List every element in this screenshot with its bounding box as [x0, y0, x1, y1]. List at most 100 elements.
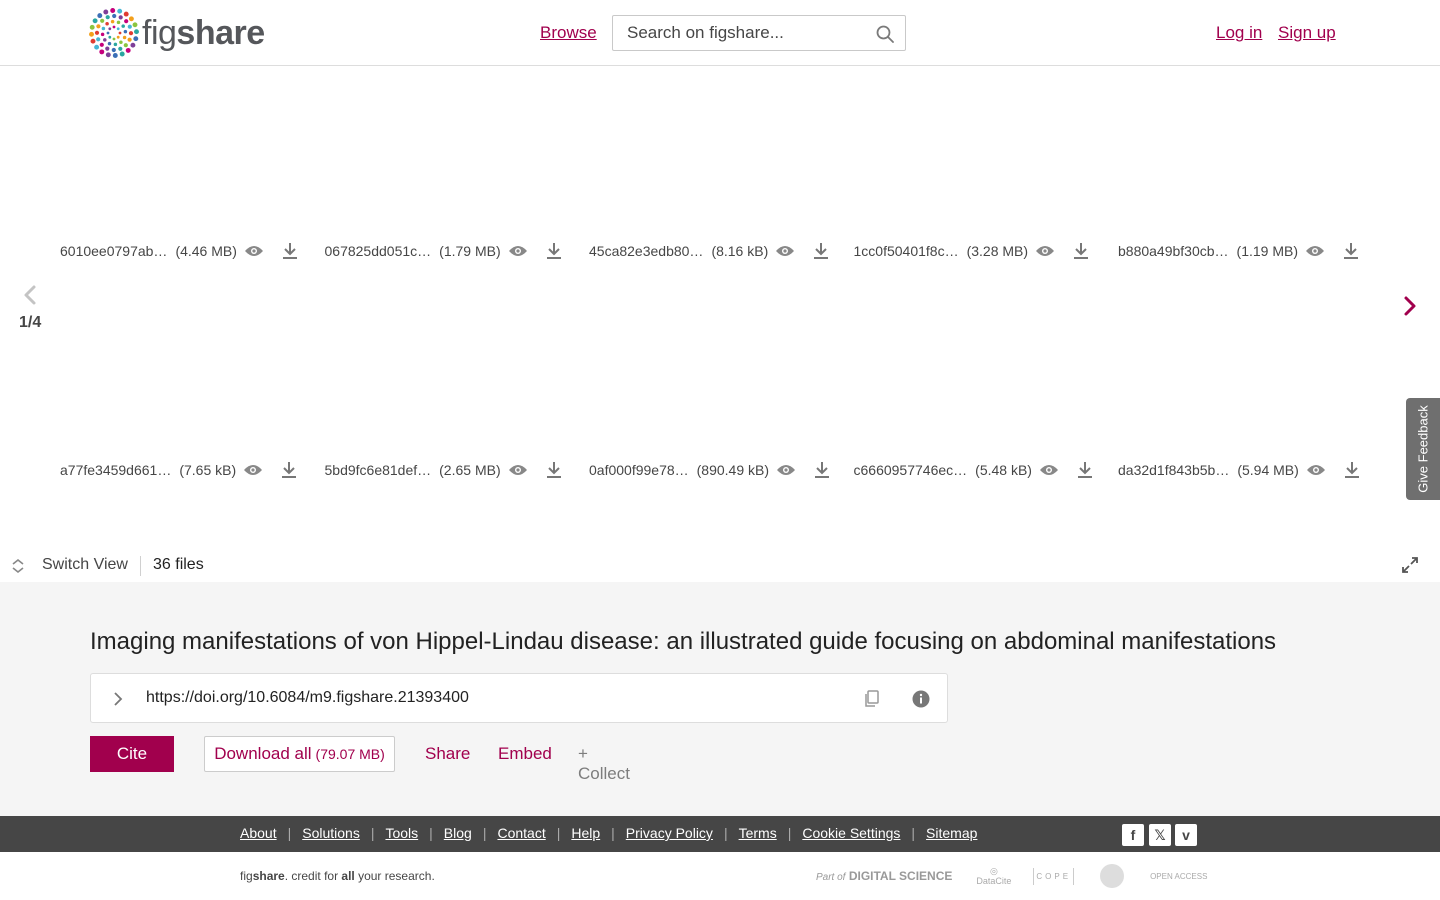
fullscreen-icon[interactable] — [1401, 556, 1419, 574]
footer-divider: | — [723, 825, 728, 841]
datacite-logo[interactable]: ◎ DataCite — [976, 866, 1011, 886]
files-count: 36 files — [153, 556, 204, 573]
search-box — [612, 15, 906, 51]
file-size: (5.48 kB) — [975, 462, 1032, 478]
footer-links: About | Solutions | Tools | Blog | Contact | Help |… — [240, 825, 977, 841]
preview-eye-icon[interactable] — [1034, 240, 1056, 262]
collect-button[interactable]: + Collect — [578, 744, 630, 784]
toolbar-divider — [140, 556, 141, 576]
switch-view-icon[interactable] — [10, 557, 26, 575]
footer-divider: | — [370, 825, 375, 841]
previous-page-icon[interactable] — [20, 284, 40, 306]
page-indicator: 1/4 — [19, 314, 42, 331]
footer-link-about[interactable]: About — [240, 825, 277, 841]
preview-eye-icon[interactable] — [1304, 240, 1326, 262]
give-feedback-button[interactable]: Give Feedback — [1406, 398, 1440, 500]
open-access-logo[interactable]: OPEN ACCESS — [1150, 872, 1207, 881]
browse-link[interactable]: Browse — [540, 23, 597, 43]
preview-eye-icon[interactable] — [774, 240, 796, 262]
cite-button[interactable]: Cite — [90, 736, 174, 772]
footer-divider: | — [287, 825, 292, 841]
footer-divider: | — [556, 825, 561, 841]
signup-link[interactable]: Sign up — [1278, 23, 1336, 43]
download-icon[interactable] — [810, 240, 832, 262]
logo-text: figshare — [142, 13, 265, 52]
footer-divider: | — [787, 825, 792, 841]
download-icon[interactable] — [543, 459, 565, 481]
digital-science-logo[interactable]: Part of DIGITAL SCIENCE — [816, 869, 952, 883]
preview-eye-icon[interactable] — [775, 459, 797, 481]
file-name[interactable]: da32d1f843b5b… — [1118, 462, 1229, 478]
preview-eye-icon[interactable] — [243, 240, 265, 262]
file-name[interactable]: 0af000f99e78… — [589, 462, 689, 478]
file-item: 5bd9fc6e81def… (2.65 MB) — [325, 458, 590, 482]
footer-link-cookie-settings[interactable]: Cookie Settings — [802, 825, 900, 841]
preview-eye-icon[interactable] — [1038, 459, 1060, 481]
download-icon[interactable] — [811, 459, 833, 481]
file-name[interactable]: a77fe3459d661… — [60, 462, 171, 478]
file-item: a77fe3459d661… (7.65 kB) — [60, 458, 325, 482]
search-icon[interactable] — [875, 24, 895, 44]
feedback-label: Give Feedback — [1415, 405, 1431, 493]
cope-logo[interactable]: COPE — [1033, 867, 1075, 885]
facebook-icon[interactable]: f — [1122, 824, 1144, 846]
download-icon[interactable] — [1070, 240, 1092, 262]
site-header: figshare Browse Log in Sign up — [0, 0, 1440, 66]
figshare-logo[interactable]: figshare — [88, 7, 265, 59]
download-icon[interactable] — [543, 240, 565, 262]
footer-link-tools[interactable]: Tools — [385, 825, 418, 841]
file-name[interactable]: 45ca82e3edb80… — [589, 243, 703, 259]
download-icon[interactable] — [278, 459, 300, 481]
download-icon[interactable] — [1340, 240, 1362, 262]
tagline: figshare. credit for all your research. — [240, 869, 435, 883]
file-size: (890.49 kB) — [696, 462, 770, 478]
download-icon[interactable] — [1074, 459, 1096, 481]
file-name[interactable]: b880a49bf30cb… — [1118, 243, 1229, 259]
file-item: 067825dd051c… (1.79 MB) — [325, 239, 590, 263]
preview-eye-icon[interactable] — [1305, 459, 1327, 481]
embed-button[interactable]: Embed — [498, 744, 552, 764]
file-size: (5.94 MB) — [1237, 462, 1299, 478]
file-item: b880a49bf30cb… (1.19 MB) — [1118, 239, 1383, 263]
footer-link-privacy-policy[interactable]: Privacy Policy — [626, 825, 713, 841]
download-all-button[interactable]: Download all (79.07 MB) — [204, 736, 395, 772]
info-icon[interactable] — [911, 689, 931, 709]
chevron-right-icon[interactable] — [111, 690, 125, 708]
file-size: (7.65 kB) — [179, 462, 237, 478]
footer-link-solutions[interactable]: Solutions — [302, 825, 360, 841]
login-link[interactable]: Log in — [1216, 23, 1262, 43]
footer-link-blog[interactable]: Blog — [444, 825, 472, 841]
file-name[interactable]: c6660957746ec… — [854, 462, 968, 478]
footer-link-terms[interactable]: Terms — [739, 825, 777, 841]
x-icon[interactable]: 𝕏 — [1149, 824, 1171, 846]
search-input[interactable] — [613, 16, 863, 50]
file-name[interactable]: 6010ee0797ab… — [60, 243, 167, 259]
preview-eye-icon[interactable] — [242, 459, 264, 481]
file-item: c6660957746ec… (5.48 kB) — [854, 458, 1119, 482]
file-row: 6010ee0797ab… (4.46 MB) 067825dd051c… (1.79… — [60, 239, 1383, 263]
download-icon[interactable] — [279, 240, 301, 262]
doi-link[interactable]: https://doi.org/10.6084/m9.figshare.2139… — [146, 689, 469, 707]
footer-divider: | — [611, 825, 615, 841]
file-name[interactable]: 1cc0f50401f8c… — [854, 243, 959, 259]
switch-view-button[interactable]: Switch View — [42, 556, 128, 574]
file-size: (1.19 MB) — [1236, 243, 1299, 259]
preview-eye-icon[interactable] — [507, 240, 529, 262]
preview-eye-icon[interactable] — [507, 459, 529, 481]
footer-bottom: figshare. credit for all your research. … — [0, 852, 1440, 900]
seal-logo-icon[interactable] — [1100, 864, 1125, 888]
footer-link-contact[interactable]: Contact — [497, 825, 545, 841]
download-icon[interactable] — [1341, 459, 1363, 481]
file-name[interactable]: 067825dd051c… — [325, 243, 432, 259]
copy-icon[interactable] — [863, 689, 881, 709]
footer-divider: | — [482, 825, 487, 841]
vimeo-icon[interactable]: v — [1175, 824, 1197, 846]
share-button[interactable]: Share — [425, 744, 470, 764]
file-item: 0af000f99e78… (890.49 kB) — [589, 458, 854, 482]
footer-nav: About | Solutions | Tools | Blog | Contact | Help |… — [0, 816, 1440, 852]
footer-link-help[interactable]: Help — [571, 825, 600, 841]
next-page-icon[interactable] — [1400, 295, 1420, 317]
file-size: (3.28 MB) — [966, 243, 1029, 259]
footer-link-sitemap[interactable]: Sitemap — [926, 825, 977, 841]
file-name[interactable]: 5bd9fc6e81def… — [325, 462, 432, 478]
